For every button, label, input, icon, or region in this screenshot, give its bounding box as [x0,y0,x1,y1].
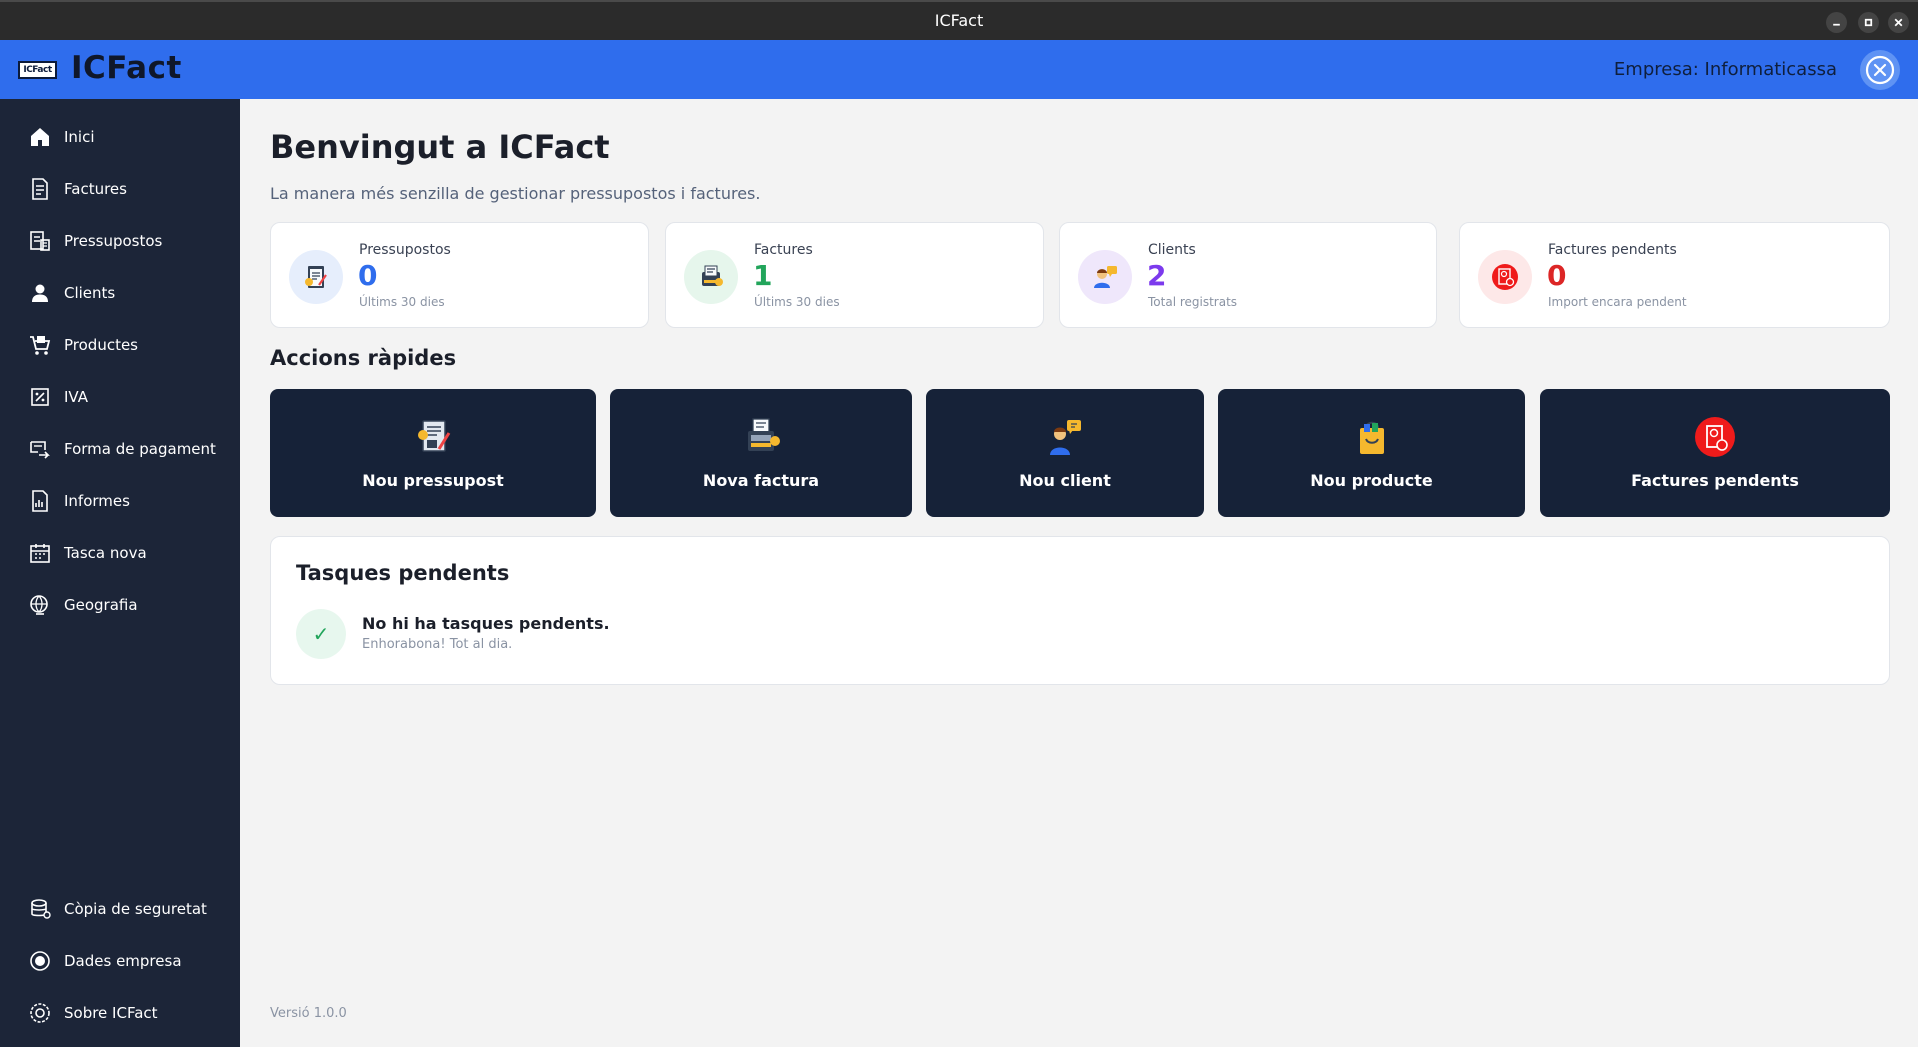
window-title: ICFact [934,11,984,30]
user-icon [32,284,48,302]
sidebar-item-label: Tasca nova [64,544,147,562]
action-label: Nou producte [1310,471,1433,490]
sidebar-item-sobre-icfact[interactable]: Sobre ICFact [0,993,240,1033]
sidebar-item-label: IVA [64,388,88,406]
company-label: Empresa: Informaticassa [1613,59,1837,80]
maximize-icon [1864,18,1873,27]
calendar-icon [30,544,50,563]
tasks-title: Tasques pendents [296,561,510,585]
new-invoice-icon [748,418,780,451]
maximize-button[interactable] [1858,12,1879,33]
tasks-message: No hi ha tasques pendents. [362,614,610,633]
sidebar-item-label: Dades empresa [64,952,182,970]
stat-label: Factures pendents [1548,242,1677,258]
sidebar-item-label: Clients [64,284,116,302]
stat-value: 0 [358,259,378,292]
close-icon [1894,18,1903,27]
sidebar-item-copia-de-seguretat[interactable]: Còpia de seguretat [0,889,240,929]
app-logo: ICFact [18,61,57,79]
app-name: ICFact [71,50,182,86]
pending-invoices-icon [1695,417,1735,457]
sidebar-item-label: Informes [64,492,130,510]
stat-label: Factures [754,242,813,258]
window-titlebar: ICFact [0,0,1918,40]
sidebar-item-dades-empresa[interactable]: Dades empresa [0,941,240,981]
backup-icon [31,899,51,919]
stat-card-factures-pendents[interactable]: Factures pendents 0 Import encara penden… [1459,222,1890,328]
sidebar-item-label: Sobre ICFact [64,1004,158,1022]
quick-actions-title: Accions ràpides [270,346,457,370]
stat-sub: Import encara pendent [1548,295,1687,309]
sidebar-item-geografia[interactable]: Geografia [0,585,240,625]
sidebar-item-label: Inici [64,128,95,146]
sidebar-item-pressupostos[interactable]: Pressupostos [0,221,240,261]
tax-icon [31,388,49,406]
stat-label: Clients [1148,242,1196,258]
close-circle-icon [1865,55,1895,85]
check-icon: ✓ [296,609,346,659]
stat-value: 1 [753,259,773,292]
pending-tasks-card: Tasques pendents ✓ No hi ha tasques pend… [270,536,1890,685]
action-label: Nou pressupost [362,471,504,490]
version-label: Versió 1.0.0 [270,1006,347,1021]
new-invoice-button[interactable]: Nova factura [610,389,912,517]
close-window-button[interactable] [1888,12,1909,33]
sidebar-item-factures[interactable]: Factures [0,169,240,209]
home-icon [31,128,49,146]
new-client-button[interactable]: Nou client [926,389,1204,517]
logout-button[interactable] [1860,50,1900,90]
stat-sub: Últims 30 dies [754,295,840,309]
cart-icon [30,336,51,355]
stat-card-factures[interactable]: Factures 1 Últims 30 dies [665,222,1044,328]
invoice-icon [32,178,48,200]
stat-label: Pressupostos [359,242,451,258]
sidebar-item-iva[interactable]: IVA [0,377,240,417]
tasks-sub: Enhorabona! Tot al dia. [362,637,513,652]
invoice-machine-icon [684,250,738,304]
sidebar-item-label: Productes [64,336,138,354]
new-product-button[interactable]: Nou producte [1218,389,1525,517]
new-client-icon [1050,420,1081,455]
sidebar-item-label: Forma de pagament [64,440,216,458]
stat-value: 0 [1547,259,1567,292]
sidebar-item-productes[interactable]: Productes [0,325,240,365]
page-subtitle: La manera més senzilla de gestionar pres… [270,184,761,203]
sidebar-item-clients[interactable]: Clients [0,273,240,313]
report-icon [32,490,48,512]
app-header: ICFact ICFact Empresa: Informaticassa [0,40,1918,99]
sidebar-item-label: Còpia de seguretat [64,900,207,918]
client-icon [1078,250,1132,304]
action-label: Nou client [1019,471,1111,490]
sidebar-item-inici[interactable]: Inici [0,117,240,157]
pending-invoices-button[interactable]: Factures pendents [1540,389,1890,517]
action-label: Nova factura [702,471,820,490]
new-product-icon [1359,421,1384,454]
pending-invoice-icon [1478,250,1532,304]
sidebar: Inici Factures Pressupostos Clients Prod… [0,99,240,1047]
sidebar-item-label: Factures [64,180,127,198]
new-budget-button[interactable]: Nou pressupost [270,389,596,517]
company-icon [30,951,50,971]
info-icon [30,1003,50,1023]
budget-doc-icon [289,250,343,304]
stat-sub: Últims 30 dies [359,295,445,309]
sidebar-item-label: Geografia [64,596,138,614]
payment-icon [30,441,50,459]
stat-value: 2 [1147,259,1167,292]
new-budget-icon [418,420,451,452]
sidebar-item-tasca-nova[interactable]: Tasca nova [0,533,240,573]
action-label: Factures pendents [1631,471,1799,490]
page-title: Benvingut a ICFact [270,128,610,166]
stat-card-clients[interactable]: Clients 2 Total registrats [1059,222,1437,328]
globe-icon [30,595,48,615]
stat-card-pressupostos[interactable]: Pressupostos 0 Últims 30 dies [270,222,649,328]
stat-sub: Total registrats [1148,295,1238,309]
sidebar-item-informes[interactable]: Informes [0,481,240,521]
sidebar-item-label: Pressupostos [64,232,163,250]
minimize-icon [1833,23,1840,26]
sidebar-item-forma-de-pagament[interactable]: Forma de pagament [0,429,240,469]
budget-icon [30,231,50,251]
minimize-button[interactable] [1826,12,1847,33]
